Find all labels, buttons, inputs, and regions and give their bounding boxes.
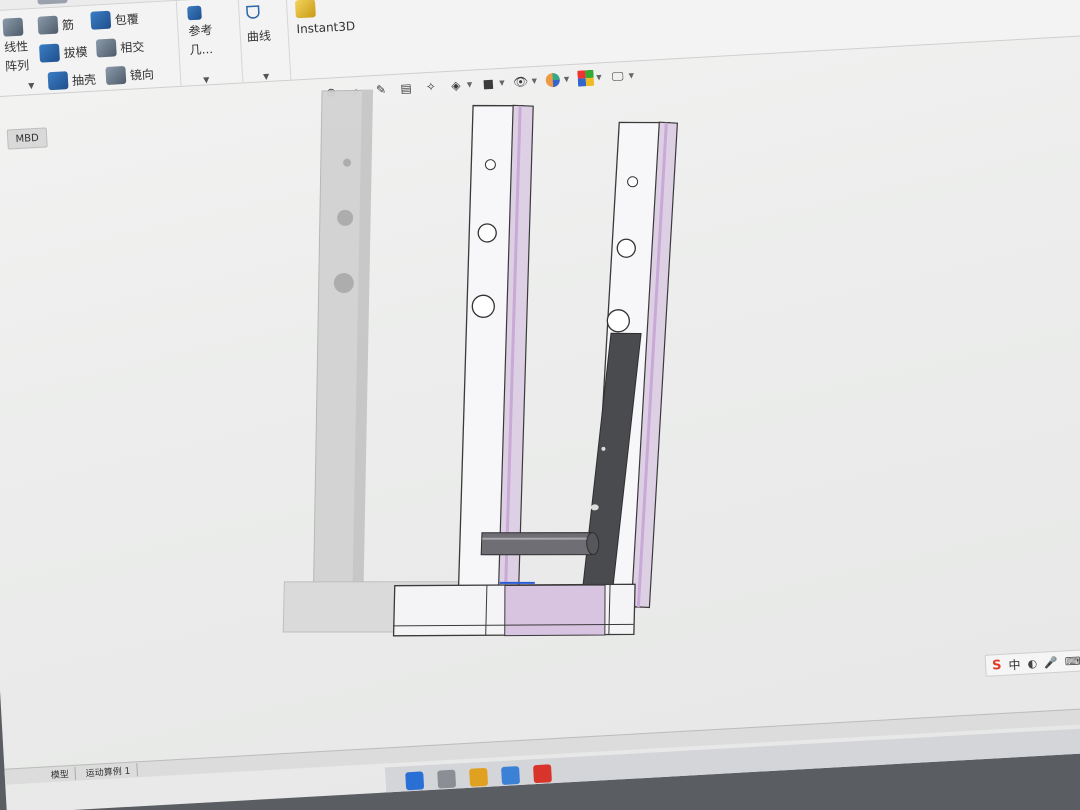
mirror-label: 镜向 [129, 66, 155, 83]
draft-icon [39, 43, 60, 63]
linear-pattern-label-1: 线性 [3, 39, 29, 55]
ime-language-toggle[interactable]: 中 [1008, 655, 1021, 673]
shell-button[interactable]: 抽壳 [47, 70, 97, 91]
mirror-button[interactable]: 镜向 [105, 64, 155, 86]
mirror-icon [105, 65, 127, 86]
punctuation-icon[interactable]: ◐ [1027, 656, 1037, 670]
reference-geometry-icon [187, 5, 202, 21]
features-group: 线性 阵列 ▼ 筋 包覆 拔模 相交 抽壳 镜向 [0, 0, 182, 99]
draft-button[interactable]: 拔模 [39, 42, 88, 63]
curves-icon: ᗜ [245, 2, 262, 25]
intersect-label: 相交 [119, 39, 145, 55]
wrap-icon [90, 10, 112, 30]
rib-icon [37, 15, 59, 35]
reference-label-1: 参考 [188, 23, 213, 39]
linear-pattern-button[interactable]: 线性 阵列 [2, 17, 30, 74]
linear-pattern-icon [2, 17, 24, 37]
instant3d-button[interactable]: Instant3D [294, 0, 356, 37]
reference-geometry-button[interactable]: 参考 几... [187, 5, 214, 58]
reference-label-2: 几... [189, 42, 214, 58]
linear-pattern-dropdown-icon[interactable]: ▼ [28, 81, 35, 90]
file-explorer-icon[interactable] [501, 766, 521, 786]
draft-label: 拔模 [63, 44, 88, 60]
intersect-icon [95, 38, 117, 58]
curves-group: ᗜ 曲线 ▼ [238, 0, 292, 84]
graphics-area[interactable] [0, 33, 1080, 738]
intersect-button[interactable]: 相交 [95, 37, 145, 58]
reference-geometry-group: 参考 几... ▼ [176, 0, 244, 87]
chrome-icon[interactable] [469, 767, 489, 787]
wrap-label: 包覆 [114, 11, 140, 27]
traffic-light-icon[interactable] [89, 0, 121, 1]
instant3d-group: Instant3D [287, 0, 372, 81]
rib-button[interactable]: 筋 [37, 15, 74, 35]
curves-label: 曲线 [246, 28, 272, 45]
search-icon[interactable] [437, 769, 457, 789]
tab-motion-study-1[interactable]: 运动算例 1 [79, 763, 138, 780]
ghost-bracket [282, 89, 466, 633]
model-view[interactable] [0, 33, 1080, 738]
solidworks-icon[interactable] [533, 764, 552, 784]
curves-button[interactable]: ᗜ 曲线 [245, 2, 271, 45]
start-icon[interactable] [405, 771, 425, 791]
reference-dropdown-icon[interactable]: ▼ [203, 75, 210, 84]
select-icon[interactable]: ➤ [36, 0, 68, 5]
shell-label: 抽壳 [71, 72, 97, 88]
tab-model[interactable]: 模型 [44, 766, 77, 782]
keyboard-icon[interactable]: ⌨ [1064, 654, 1080, 668]
ime-brand-icon[interactable]: S [992, 657, 1002, 672]
wrap-button[interactable]: 包覆 [90, 9, 139, 30]
undo-icon[interactable]: ↶ [0, 0, 30, 6]
solidworks-window: ↶ ➤ ▼ ☰ ⚙ ▼ 线性 阵列 ▼ 筋 包覆 [0, 0, 1080, 810]
linear-pattern-label-2: 阵列 [4, 58, 30, 74]
rib-label: 筋 [61, 17, 75, 32]
shell-icon [47, 71, 69, 91]
curves-dropdown-icon[interactable]: ▼ [263, 72, 270, 81]
microphone-icon[interactable]: 🎤 [1044, 655, 1058, 669]
instant3d-icon [294, 0, 316, 19]
instant3d-label: Instant3D [296, 19, 356, 37]
